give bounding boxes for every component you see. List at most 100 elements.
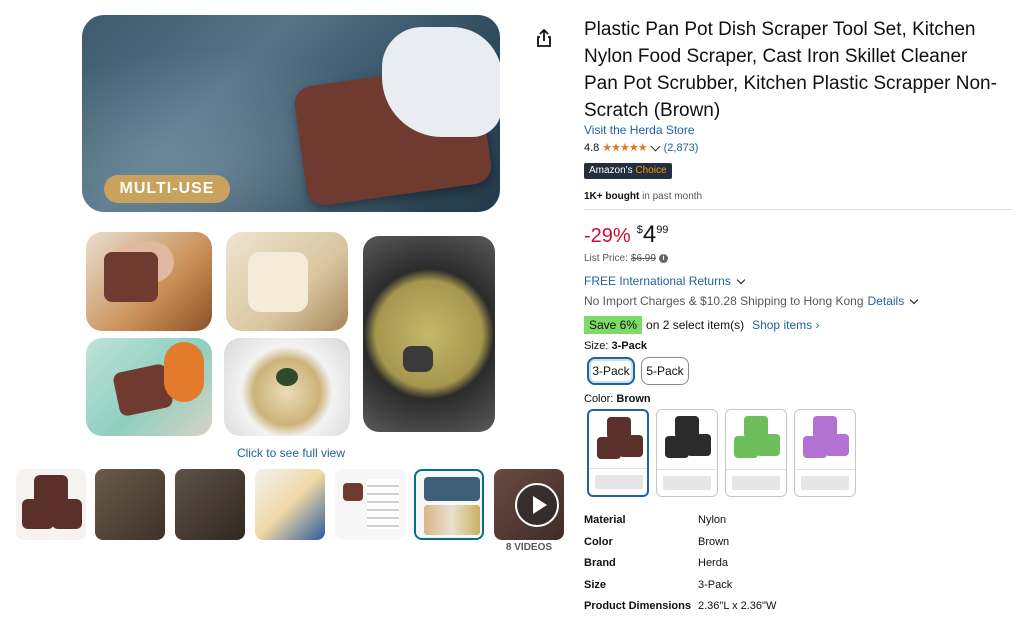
play-icon[interactable]: [515, 483, 559, 527]
glove-shape: [382, 27, 500, 137]
swatch-divider: [795, 469, 855, 470]
spec-row: Color Brown: [584, 534, 884, 556]
gallery-image-glove[interactable]: [86, 338, 212, 436]
text-lines-shape: [367, 479, 399, 529]
spec-value: Brown: [698, 535, 730, 548]
color-swatch-purple[interactable]: [794, 409, 856, 497]
price-whole: 4: [642, 221, 657, 248]
scraper-shape: [22, 499, 54, 529]
color-selected-value: Brown: [616, 393, 651, 405]
spec-key: Size: [584, 578, 607, 591]
spec-value: 3-Pack: [698, 578, 733, 591]
list-price: List Price: $6.99 i: [584, 253, 668, 264]
color-label-text: Color:: [584, 393, 614, 405]
scraper-shape: [343, 483, 363, 501]
swatch-price-placeholder: [732, 476, 780, 490]
scraper-shape: [52, 499, 82, 529]
burnt-spot-shape: [403, 346, 433, 372]
spec-row: Size 3-Pack: [584, 577, 884, 599]
rating-row[interactable]: 4.8 ★★★★★ (2,873): [584, 141, 698, 154]
coupon-row: Save 6% on 2 select item(s) Shop items ›: [584, 316, 819, 334]
videos-count-label: 8 VIDEOS: [505, 542, 553, 553]
returns-link[interactable]: FREE International Returns: [584, 274, 745, 288]
swatch-price-placeholder: [801, 476, 849, 490]
color-label: Color: Brown: [584, 393, 651, 405]
swatch-image: [593, 415, 645, 469]
store-link[interactable]: Visit the Herda Store: [584, 123, 695, 137]
star-rating-icon[interactable]: ★★★★★: [602, 141, 647, 154]
multi-use-badge: MULTI-USE: [104, 175, 230, 203]
gallery-image-candle[interactable]: [226, 232, 348, 331]
share-icon[interactable]: [535, 28, 553, 48]
save-text: on 2 select item(s): [646, 318, 745, 332]
bought-count: 1K+ bought: [584, 191, 640, 202]
swatch-image: [661, 414, 713, 468]
gallery-image-bowl[interactable]: [224, 338, 350, 436]
size-selected-value: 3-Pack: [611, 340, 648, 352]
size-option-5-pack[interactable]: 5-Pack: [641, 357, 689, 385]
scraper-shape: [825, 434, 849, 456]
size-label-text: Size:: [584, 340, 609, 352]
thumbnail-5[interactable]: [335, 469, 405, 540]
product-specs-table: Material Nylon Color Brown Brand Herda S…: [584, 512, 884, 620]
scraper-shape: [104, 252, 158, 302]
swatch-divider: [726, 469, 786, 470]
thumbnail-6-selected[interactable]: [414, 469, 484, 540]
thumbnail-3[interactable]: [175, 469, 245, 540]
size-option-3-pack[interactable]: 3-Pack: [587, 357, 635, 385]
video-thumbnail[interactable]: [494, 469, 564, 540]
product-title: Plastic Pan Pot Dish Scraper Tool Set, K…: [584, 19, 997, 121]
thumbnail-4[interactable]: [255, 469, 325, 540]
discount-percent: -29%: [584, 225, 631, 247]
scraper-shape: [803, 436, 827, 458]
chevron-down-icon[interactable]: [909, 295, 919, 304]
rating-value: 4.8: [584, 141, 600, 154]
price-fraction: 99: [656, 224, 669, 236]
choice-badge-prefix: Amazon's: [589, 165, 633, 176]
collage-shape: [424, 505, 480, 535]
shipping-info: No Import Charges & $10.28 Shipping to H…: [584, 294, 919, 308]
color-swatch-green[interactable]: [725, 409, 787, 497]
color-swatch-black[interactable]: [656, 409, 718, 497]
color-swatch-brown[interactable]: [587, 409, 649, 497]
bought-info: 1K+ bought in past month: [584, 191, 702, 202]
spec-value: 2.36"L x 2.36"W: [698, 600, 777, 613]
swatch-image: [799, 414, 851, 468]
shop-items-link[interactable]: Shop items ›: [752, 318, 819, 332]
full-view-link[interactable]: Click to see full view: [220, 446, 362, 460]
gallery-image-dough[interactable]: [86, 232, 212, 331]
spec-key: Product Dimensions: [584, 600, 691, 613]
spec-key: Color: [584, 535, 613, 548]
save-badge: Save 6%: [584, 316, 643, 334]
list-price-label: List Price:: [584, 253, 628, 264]
spec-value: Herda: [698, 557, 728, 570]
herb-shape: [276, 368, 298, 386]
shipping-details-link[interactable]: Details: [868, 294, 905, 308]
size-label: Size: 3-Pack: [584, 340, 647, 352]
candle-shape: [248, 252, 308, 312]
spec-row: Brand Herda: [584, 555, 884, 577]
price-row: -29% $ 4 99: [584, 222, 668, 248]
scraper-shape: [424, 477, 480, 501]
choice-badge-suffix: Choice: [635, 165, 667, 176]
chevron-down-icon[interactable]: [736, 275, 745, 284]
info-icon[interactable]: i: [658, 254, 668, 263]
bought-period: in past month: [642, 191, 703, 202]
rating-count-link[interactable]: (2,873): [664, 142, 699, 154]
chevron-down-icon[interactable]: [650, 141, 661, 151]
returns-text[interactable]: FREE International Returns: [584, 274, 731, 288]
scraper-shape: [756, 434, 780, 456]
amazons-choice-badge: Amazon's Choice: [584, 163, 672, 179]
spec-row: Product Dimensions 2.36"L x 2.36"W: [584, 598, 884, 620]
scraper-shape: [619, 435, 643, 457]
main-product-image[interactable]: MULTI-USE: [82, 15, 500, 212]
thumbnail-1[interactable]: [16, 469, 86, 540]
shipping-text: No Import Charges & $10.28 Shipping to H…: [584, 294, 864, 308]
swatch-divider: [657, 469, 717, 470]
divider: [584, 209, 1012, 210]
glove-shape: [164, 342, 204, 402]
scraper-shape: [734, 436, 758, 458]
thumbnail-2[interactable]: [95, 469, 165, 540]
swatch-price-placeholder: [595, 475, 643, 489]
gallery-image-skillet[interactable]: [363, 236, 495, 432]
